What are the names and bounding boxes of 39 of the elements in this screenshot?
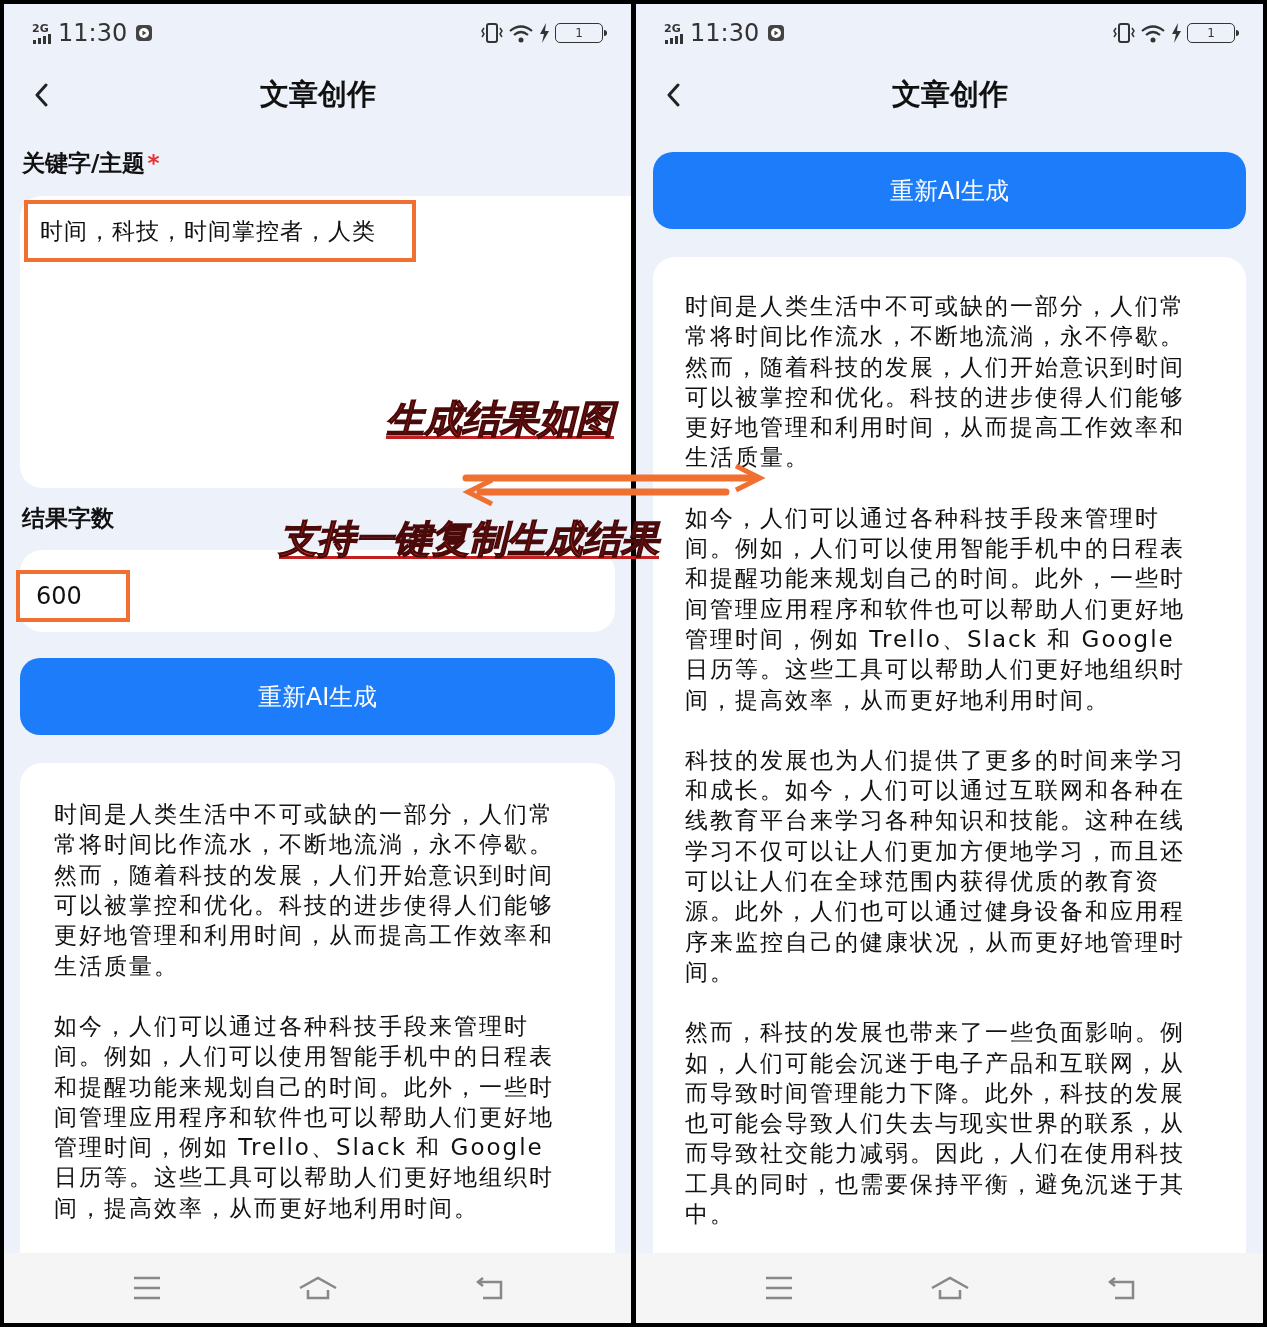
back-icon[interactable] [666,83,682,109]
status-time: 11:30 [690,18,760,49]
result-paragraph: 科技的发展也为人们提供了更多的时间来学习和成长。如今，人们可以通过互联网和各种在线教育平台来学习各种知识和技能。这种在线学习不仅可以让人们更加方便地学习，而且还可以让人们在全球范围内获得优质的教育资源。此外，人们也可以通过健身设备和应用程序来监控自己的健康状况，从而更好地管理时间。 [685,745,1186,987]
vibrate-icon [481,22,503,44]
back-icon[interactable] [34,83,50,109]
network-type-label: 2G [664,22,681,34]
vibrate-icon [1113,22,1135,44]
required-mark: * [147,148,160,178]
network-type-label: 2G [32,22,49,34]
battery-level: 1 [575,27,583,39]
status-time: 11:30 [58,18,128,49]
result-paragraph: 然而，科技的发展也带来了一些负面影响。例如，人们可能会沉迷于电子产品和互联网，从而导致时间管理能力下降。此外，科技的发展也可能会导致人们失去与现实世界的联系，从而导致社交能力减弱。因此，人们在使用科技工具的同时，也需要保持平衡，避免沉迷于其中。 [685,1018,1186,1229]
play-icon [767,24,786,42]
battery-level: 1 [1207,27,1215,39]
keyword-label: 关键字/主题 [22,148,146,178]
regenerate-button[interactable]: 重新AI生成 [20,658,615,736]
signal-icon [664,33,684,44]
home-icon[interactable] [297,1276,338,1300]
result-paragraph: 如今，人们可以通过各种科技手段来管理时间。例如，人们可以使用智能手机中的日程表和提醒功能来规划自己的时间。此外，一些时间管理应用程序和软件也可以帮助人们更好地管理时间，例如 Trello、Slack 和 Google 日历等。这些工具可以帮助人们更好地组织时间，提高效率，从而更好地利用时间。 [54,1011,555,1223]
menu-icon[interactable] [764,1276,793,1300]
annotation-text: 生成结果如图 [386,398,624,442]
play-icon [135,24,154,42]
charging-bolt-icon [539,23,549,43]
wifi-icon [509,23,533,43]
back-nav-icon[interactable] [1106,1276,1135,1300]
back-nav-icon[interactable] [474,1276,503,1300]
keyword-value: 时间，科技，时间掌控者，人类 [40,217,376,244]
result-paragraph: 时间是人类生活中不可或缺的一部分，人们常常将时间比作流水，不断地流淌，永不停歇。然而，随着科技的发展，人们开始意识到时间可以被掌控和优化。科技的进步使得人们能够更好地管理和利用时间，从而提高工作效率和生活质量。 [54,800,555,981]
result-paragraph: 如今，人们可以通过各种科技手段来管理时间。例如，人们可以使用智能手机中的日程表和提醒功能来规划自己的时间。此外，一些时间管理应用程序和软件也可以帮助人们更好地管理时间，例如 Trello、Slack 和 Google 日历等。这些工具可以帮助人们更好地组织时间，提高效率，从而更好地利用时间。 [685,503,1186,715]
page-title: 文章创作 [891,76,1008,114]
count-value: 600 [36,581,82,610]
charging-bolt-icon [1171,23,1181,43]
result-paragraph: 时间是人类生活中不可或缺的一部分，人们常常将时间比作流水，不断地流淌，永不停歇。然而，随着科技的发展，人们开始意识到时间可以被掌控和优化。科技的进步使得人们能够更好地管理和利用时间，从而提高工作效率和生活质量。 [685,292,1186,473]
signal-icon [32,33,52,44]
home-icon[interactable] [929,1276,970,1300]
wifi-icon [1141,23,1165,43]
regenerate-button[interactable]: 重新AI生成 [653,152,1246,229]
menu-icon[interactable] [132,1276,161,1300]
page-title: 文章创作 [259,76,376,114]
